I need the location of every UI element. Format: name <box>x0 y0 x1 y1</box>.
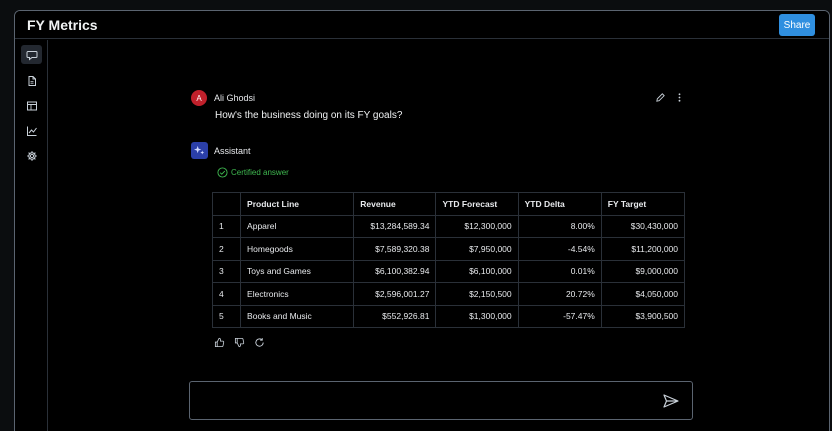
table-cell: $11,200,000 <box>600 237 686 261</box>
table-row: 1 Apparel $13,284,589.34 $12,300,000 8.0… <box>211 214 686 238</box>
table-cell: $2,596,001.27 <box>353 282 437 306</box>
table-cell: Electronics <box>240 282 355 306</box>
results-table: Product Line Revenue YTD Forecast YTD De… <box>211 192 686 328</box>
table-cell: 2 <box>211 237 242 261</box>
table-header-row: Product Line Revenue YTD Forecast YTD De… <box>211 192 686 216</box>
table-cell: $552,926.81 <box>353 304 437 328</box>
user-message: How's the business doing on its FY goals… <box>215 110 403 121</box>
assistant-sparkle-icon <box>194 145 205 155</box>
sidebar-item-chat[interactable] <box>21 45 42 64</box>
chat-icon <box>26 50 37 61</box>
table-cell: $13,284,589.34 <box>353 214 437 238</box>
sidebar <box>15 40 48 431</box>
more-options-icon[interactable] <box>674 92 685 103</box>
column-header: FY Target <box>600 192 686 216</box>
table-cell: $7,589,320.38 <box>353 237 437 261</box>
sidebar-item-charts[interactable] <box>21 121 42 140</box>
table-cell: $12,300,000 <box>435 214 519 238</box>
table-icon <box>26 101 37 110</box>
table-cell: $6,100,382.94 <box>353 259 437 283</box>
table-cell: $3,900,500 <box>600 304 686 328</box>
table-row: 5 Books and Music $552,926.81 $1,300,000… <box>211 304 686 328</box>
table-row: 2 Homegoods $7,589,320.38 $7,950,000 -4.… <box>211 237 686 261</box>
column-header <box>211 192 242 216</box>
sidebar-item-tables[interactable] <box>21 96 42 115</box>
gear-icon <box>26 150 37 161</box>
table-cell: Toys and Games <box>240 259 355 283</box>
assistant-avatar <box>191 142 208 159</box>
table-cell: $9,000,000 <box>600 259 686 283</box>
feedback-actions <box>214 337 265 348</box>
edit-icon[interactable] <box>655 92 666 103</box>
column-header: Revenue <box>353 192 437 216</box>
table-cell: 3 <box>211 259 242 283</box>
document-icon <box>28 75 36 86</box>
table-cell: $30,430,000 <box>600 214 686 238</box>
regenerate-icon[interactable] <box>254 337 265 348</box>
table-cell: Books and Music <box>240 304 355 328</box>
table-cell: $1,300,000 <box>435 304 519 328</box>
table-cell: $4,050,000 <box>600 282 686 306</box>
thumbs-down-icon[interactable] <box>234 337 245 348</box>
user-avatar: A <box>191 90 207 106</box>
thumbs-up-icon[interactable] <box>214 337 225 348</box>
table-cell: 8.00% <box>517 214 602 238</box>
app-window: FY Metrics Share A Ali Ghodsi How's the … <box>14 10 830 431</box>
chart-icon <box>26 126 37 136</box>
table-row: 3 Toys and Games $6,100,382.94 $6,100,00… <box>211 259 686 283</box>
title-bar: FY Metrics Share <box>15 11 829 39</box>
table-cell: 5 <box>211 304 242 328</box>
user-name: Ali Ghodsi <box>214 93 256 103</box>
assistant-name: Assistant <box>214 146 251 156</box>
check-circle-icon <box>217 167 228 178</box>
table-cell: Homegoods <box>240 237 355 261</box>
message-actions <box>655 92 685 103</box>
table-cell: $6,100,000 <box>435 259 519 283</box>
app-title: FY Metrics <box>27 17 98 33</box>
table-cell: -4.54% <box>517 237 602 261</box>
column-header: Product Line <box>240 192 355 216</box>
table-cell: -57.47% <box>517 304 602 328</box>
message-input[interactable] <box>189 381 693 420</box>
table-cell: Apparel <box>240 214 355 238</box>
table-cell: 20.72% <box>517 282 602 306</box>
table-cell: 4 <box>211 282 242 306</box>
table-row: 4 Electronics $2,596,001.27 $2,150,500 2… <box>211 282 686 306</box>
column-header: YTD Forecast <box>435 192 519 216</box>
sidebar-item-documents[interactable] <box>21 71 42 90</box>
send-icon[interactable] <box>662 392 680 410</box>
table-cell: $7,950,000 <box>435 237 519 261</box>
sidebar-item-settings[interactable] <box>21 146 42 165</box>
table-cell: 0.01% <box>517 259 602 283</box>
certified-badge: Certified answer <box>217 167 289 178</box>
table-cell: 1 <box>211 214 242 238</box>
table-cell: $2,150,500 <box>435 282 519 306</box>
certified-label: Certified answer <box>231 168 289 177</box>
column-header: YTD Delta <box>517 192 602 216</box>
share-button[interactable]: Share <box>779 14 815 36</box>
